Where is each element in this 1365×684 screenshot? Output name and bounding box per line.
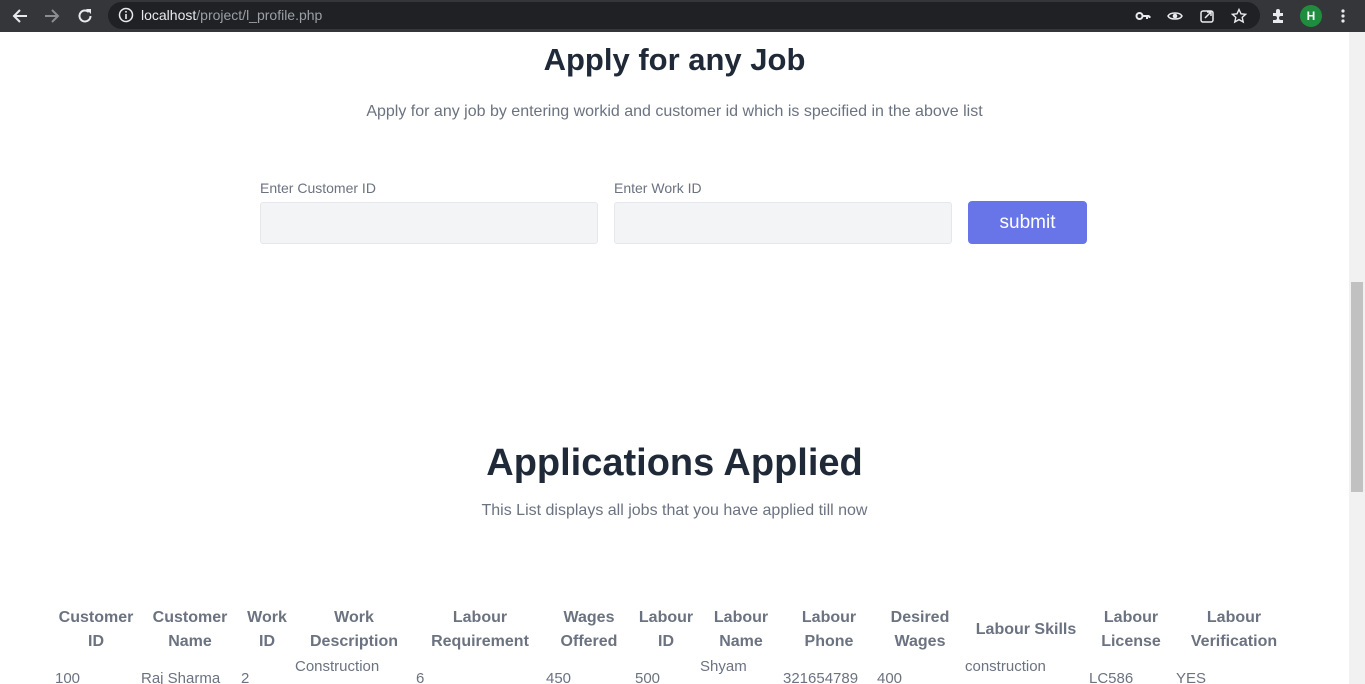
- header-customer-name: Customer Name: [152, 609, 228, 650]
- cell-labour-phone: 321654789: [783, 670, 859, 684]
- back-button[interactable]: [8, 4, 32, 28]
- profile-avatar[interactable]: H: [1300, 5, 1322, 27]
- forward-button[interactable]: [40, 4, 64, 28]
- customer-id-input[interactable]: [260, 202, 598, 244]
- site-info-icon[interactable]: [118, 7, 134, 23]
- key-icon[interactable]: [1134, 7, 1152, 25]
- header-customer-id: Customer ID: [58, 609, 134, 650]
- header-labour-requirement: Labour Requirement: [431, 609, 529, 650]
- header-labour-skills: Labour Skills: [975, 621, 1077, 638]
- work-id-input[interactable]: [614, 202, 952, 244]
- cell-labour-skills: construction: [965, 658, 1046, 675]
- header-labour-verification: Labour Verification: [1190, 609, 1278, 650]
- menu-kebab-icon[interactable]: [1333, 6, 1353, 26]
- back-arrow-icon: [12, 9, 27, 23]
- browser-toolbar: localhost/project/l_profile.php H: [0, 0, 1365, 32]
- forward-arrow-icon: [45, 9, 60, 23]
- url-path: /project/l_profile.php: [196, 7, 323, 23]
- cell-customer-name: Raj Sharma: [141, 670, 221, 684]
- bookmark-star-icon[interactable]: [1230, 7, 1248, 25]
- address-bar[interactable]: localhost/project/l_profile.php: [108, 2, 1260, 29]
- cell-customer-id: 100: [55, 670, 81, 684]
- extensions-icon[interactable]: [1268, 6, 1288, 26]
- page-scrollbar[interactable]: [1349, 32, 1365, 684]
- scrollbar-thumb[interactable]: [1351, 282, 1363, 492]
- header-labour-name: Labour Name: [713, 609, 769, 650]
- work-id-label: Enter Work ID: [614, 180, 702, 196]
- header-labour-license: Labour License: [1101, 609, 1161, 650]
- cell-wages-offered: 450: [546, 670, 572, 684]
- apply-subtitle: Apply for any job by entering workid and…: [366, 103, 983, 120]
- header-work-description: Work Description: [309, 609, 398, 650]
- header-work-id: Work ID: [247, 609, 287, 650]
- cell-labour-requirement: 6: [416, 670, 425, 684]
- header-wages-offered: Wages Offered: [560, 609, 618, 650]
- submit-button[interactable]: submit: [968, 201, 1087, 244]
- cell-desired-wages: 400: [877, 670, 903, 684]
- cell-labour-id: 500: [635, 670, 661, 684]
- page-content: Apply for any Job Apply for any job by e…: [0, 32, 1349, 684]
- header-labour-phone: Labour Phone: [801, 609, 857, 650]
- cell-labour-name: Shyam: [700, 658, 747, 675]
- customer-id-label: Enter Customer ID: [260, 180, 376, 196]
- cell-work-description: Construction: [295, 658, 380, 675]
- header-labour-id: Labour ID: [638, 609, 694, 650]
- reload-icon: [78, 9, 92, 23]
- header-desired-wages: Desired Wages: [890, 609, 950, 650]
- apply-title: Apply for any Job: [543, 42, 806, 77]
- reload-button[interactable]: [73, 4, 97, 28]
- eye-icon[interactable]: [1166, 7, 1184, 25]
- share-icon[interactable]: [1198, 7, 1216, 25]
- url-host: localhost: [141, 7, 197, 23]
- cell-labour-verification: YES: [1176, 670, 1207, 684]
- applications-subtitle: This List displays all jobs that you hav…: [481, 502, 868, 519]
- applications-title: Applications Applied: [486, 442, 863, 484]
- cell-work-id: 2: [241, 670, 250, 684]
- cell-labour-license: LC586: [1089, 670, 1134, 684]
- url-text: localhost/project/l_profile.php: [141, 7, 322, 23]
